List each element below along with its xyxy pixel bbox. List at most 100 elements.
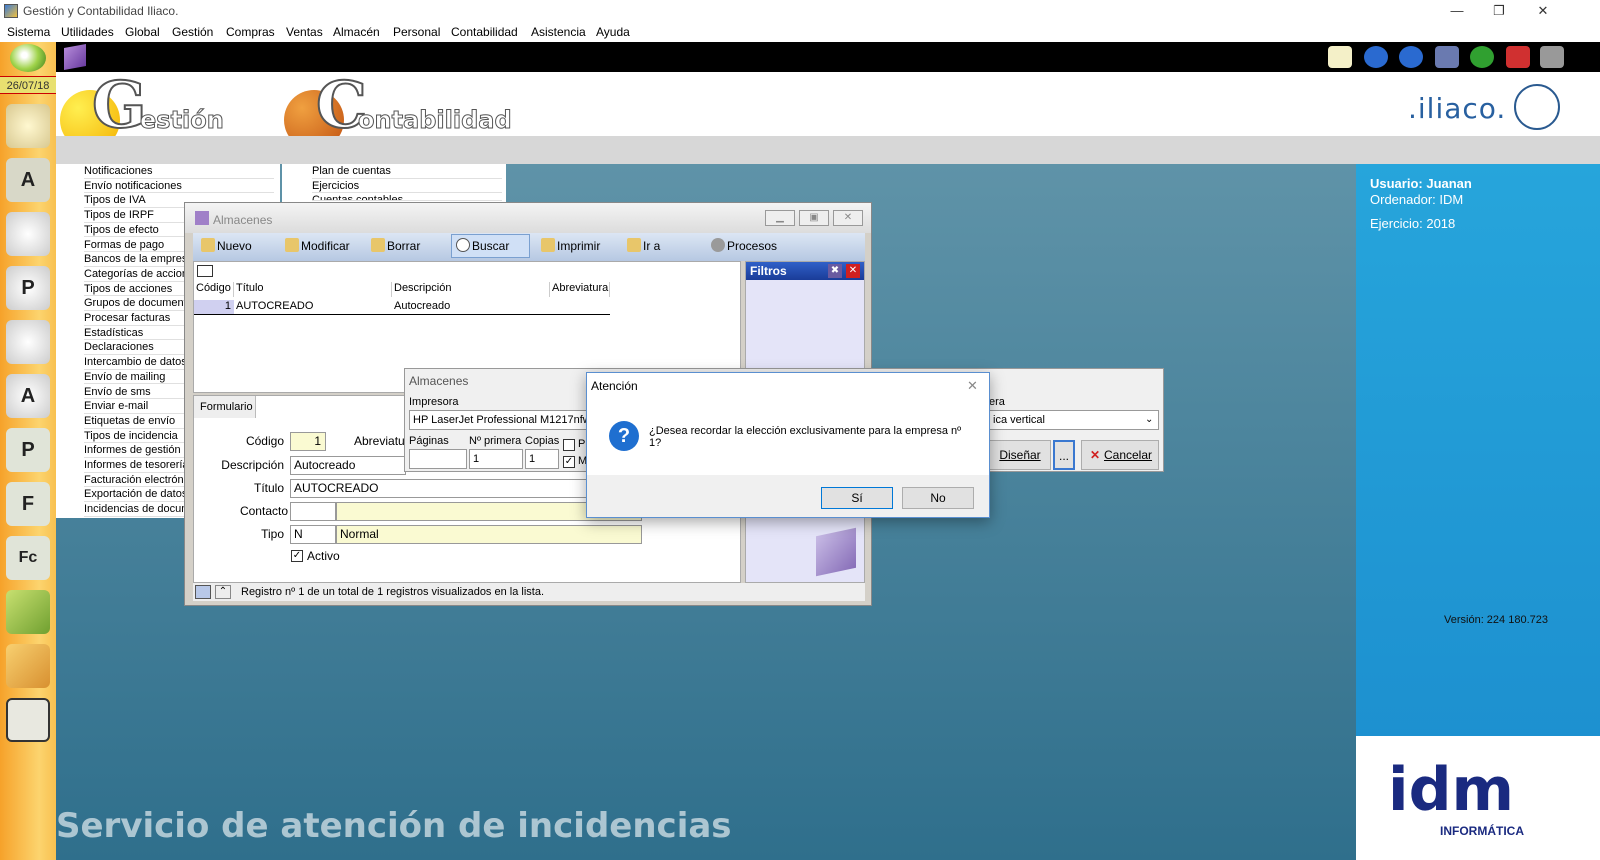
buscar-button[interactable]: Buscar (451, 234, 531, 258)
question-icon: ? (609, 421, 639, 451)
menu-gestion[interactable]: Gestión (172, 25, 213, 39)
list-icon[interactable] (195, 585, 211, 599)
menu-ventas[interactable]: Ventas (286, 25, 323, 39)
si-button[interactable]: Sí (821, 487, 893, 509)
menu-almacen[interactable]: Almacén (333, 25, 380, 39)
atencion-title: Atención (591, 379, 638, 393)
list-item[interactable]: Cuentas contables (312, 193, 502, 202)
presupuesto-icon[interactable]: P (6, 428, 50, 472)
impresora-select[interactable]: HP LaserJet Professional M1217nfw MFP (409, 410, 589, 430)
more-button[interactable]: ... (1053, 440, 1075, 470)
menu-sistema[interactable]: Sistema (7, 25, 50, 39)
pin-icon[interactable]: ✖ (828, 264, 842, 278)
modificar-button[interactable]: Modificar (285, 238, 350, 253)
client-icon[interactable] (6, 212, 50, 256)
imprimir-button[interactable]: Imprimir (541, 238, 600, 253)
borrar-button[interactable]: Borrar (371, 238, 420, 253)
menu-compras[interactable]: Compras (226, 25, 275, 39)
menu-asistencia[interactable]: Asistencia (531, 25, 586, 39)
contacto-code-field[interactable] (290, 502, 336, 521)
forward-icon[interactable] (1399, 46, 1423, 68)
column-header-titulo[interactable]: Título (234, 282, 392, 297)
window-titlebar: Gestión y Contabilidad Iliaco. — ❐ ✕ (0, 0, 1600, 22)
modificar-label: Modificar (301, 239, 350, 253)
ira-button[interactable]: Ir a (627, 238, 660, 253)
paginas-input[interactable] (409, 449, 467, 469)
list-item[interactable]: Notificaciones (84, 164, 274, 179)
cube-icon[interactable] (64, 44, 86, 70)
table-cell[interactable]: Autocreado (392, 300, 550, 315)
column-header-descripcion[interactable]: Descripción (392, 282, 550, 297)
orientacion-select[interactable]: ica vertical (989, 410, 1159, 430)
table-cell[interactable] (550, 300, 610, 315)
disenar-button[interactable]: Diseñar (989, 440, 1051, 470)
close-window-icon[interactable] (1506, 46, 1530, 68)
help-icon[interactable] (1470, 46, 1494, 68)
atencion-message: ¿Desea recordar la elección exclusivamen… (649, 425, 962, 449)
close-button[interactable]: ✕ (1520, 1, 1566, 21)
close-button[interactable]: ✕ (833, 210, 863, 226)
cancelar-label: Cancelar (1103, 448, 1153, 462)
provider-icon[interactable]: P (6, 266, 50, 310)
p-checkbox[interactable] (563, 439, 575, 451)
copias-label: Copias (525, 435, 560, 447)
tipo-code-field[interactable]: N (290, 525, 336, 544)
mail-icon[interactable] (1328, 46, 1352, 68)
menu-bar: Sistema Utilidades Global Gestión Compra… (0, 22, 1600, 42)
table-cell[interactable]: AUTOCREADO (234, 300, 392, 315)
descripcion-field[interactable]: Autocreado (290, 456, 406, 475)
bag-green-icon[interactable] (6, 590, 50, 634)
close-icon[interactable]: ✕ (967, 378, 978, 394)
exit-icon[interactable] (1540, 46, 1564, 68)
window-title: Gestión y Contabilidad Iliaco. (23, 4, 179, 18)
cancelar-button[interactable]: ✕ Cancelar (1081, 440, 1159, 470)
codigo-field[interactable]: 1 (290, 432, 326, 451)
copias-input[interactable]: 1 (525, 449, 559, 469)
menu-utilidades[interactable]: Utilidades (61, 25, 114, 39)
chevron-down-icon[interactable]: ⌄ (1145, 414, 1153, 425)
column-header-abreviatura[interactable]: Abreviatura (550, 282, 610, 297)
menu-personal[interactable]: Personal (393, 25, 440, 39)
column-header-codigo[interactable]: Código (194, 282, 234, 297)
minimize-button[interactable]: ▁ (765, 210, 795, 226)
columns-icon[interactable] (197, 265, 213, 277)
articles-icon[interactable]: A (6, 158, 50, 202)
contacts-icon[interactable] (6, 320, 50, 364)
list-item[interactable]: Plan de cuentas (312, 164, 502, 179)
list-item[interactable]: Ejercicios (312, 179, 502, 194)
menu-ayuda[interactable]: Ayuda (596, 25, 630, 39)
notebook-icon[interactable] (6, 698, 50, 742)
users-icon[interactable] (6, 104, 50, 148)
tab-formulario[interactable]: Formulario (194, 396, 256, 418)
impresora-label: Impresora (409, 396, 459, 408)
nprimera-input[interactable]: 1 (469, 449, 523, 469)
buscar-label: Buscar (472, 239, 510, 253)
close-icon[interactable]: ✕ (846, 264, 860, 278)
globe-icon[interactable] (10, 44, 46, 72)
table-cell[interactable]: 1 (194, 300, 234, 315)
minimize-button[interactable]: — (1434, 1, 1480, 21)
back-icon[interactable] (1364, 46, 1388, 68)
list-item[interactable]: Envío notificaciones (84, 179, 274, 194)
atencion-body: ? ¿Desea recordar la elección exclusivam… (587, 403, 989, 475)
nuevo-button[interactable]: Nuevo (201, 238, 252, 253)
procesos-button[interactable]: Procesos (711, 238, 777, 253)
bag-orange-icon[interactable] (6, 644, 50, 688)
factura-compra-icon[interactable]: Fc (6, 536, 50, 580)
menu-contabilidad[interactable]: Contabilidad (451, 25, 518, 39)
gestion-logo-text: estión (140, 106, 225, 135)
atencion-footer: Sí No (587, 475, 989, 517)
restore-button[interactable]: ❐ (1476, 1, 1522, 21)
chevron-up-icon[interactable]: ⌃ (215, 585, 231, 599)
factura-icon[interactable]: F (6, 482, 50, 526)
computer-label: Ordenador: IDM (1370, 192, 1464, 207)
menu-global[interactable]: Global (125, 25, 160, 39)
activo-checkbox[interactable]: ✓ (291, 550, 303, 562)
m-checkbox[interactable]: ✓ (563, 456, 575, 468)
agent-icon[interactable]: A (6, 374, 50, 418)
gray-bar (56, 136, 1356, 164)
windows-icon[interactable] (1435, 46, 1459, 68)
maximize-button[interactable]: ▣ (799, 210, 829, 226)
titulo-field[interactable]: AUTOCREADO (290, 479, 590, 498)
no-button[interactable]: No (902, 487, 974, 509)
